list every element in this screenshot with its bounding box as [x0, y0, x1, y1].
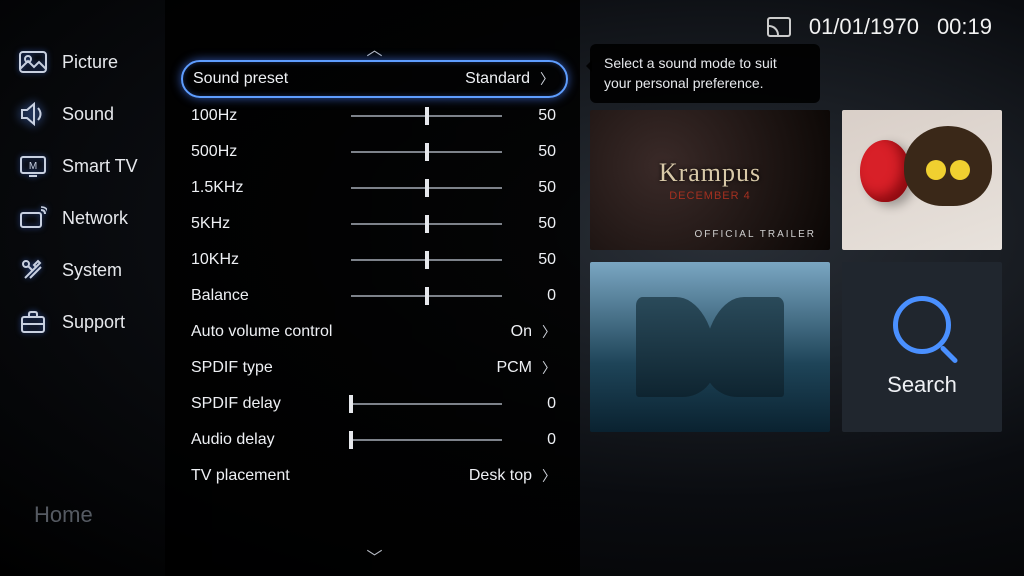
status-date: 01/01/1970	[809, 14, 919, 40]
setting-value: 50	[512, 143, 556, 161]
setting-label: 1.5KHz	[191, 179, 341, 197]
settings-sidebar: Picture Sound M Smart TV Network System …	[0, 0, 165, 576]
slider-track[interactable]	[351, 223, 502, 225]
sidebar-item-label: Picture	[62, 52, 118, 73]
setting-label: 100Hz	[191, 107, 341, 125]
tile-label: Search	[887, 372, 957, 398]
slider-knob[interactable]	[425, 215, 429, 233]
home-label: Home	[34, 502, 93, 528]
support-icon	[18, 309, 48, 335]
sidebar-item-sound[interactable]: Sound	[0, 88, 165, 140]
sidebar-item-label: Network	[62, 208, 128, 229]
setting-eq-5khz[interactable]: 5KHz 50	[181, 206, 568, 242]
sidebar-item-label: Smart TV	[62, 156, 138, 177]
setting-label: 5KHz	[191, 215, 341, 233]
slider-track[interactable]	[351, 115, 502, 117]
setting-label: 500Hz	[191, 143, 341, 161]
network-icon	[18, 205, 48, 231]
help-tooltip: Select a sound mode to suit your persona…	[590, 44, 820, 103]
chevron-right-icon: 〉	[536, 358, 556, 378]
smart-tv-icon: M	[18, 153, 48, 179]
sidebar-item-support[interactable]: Support	[0, 296, 165, 348]
setting-auto-volume-control[interactable]: Auto volume control On 〉	[181, 314, 568, 350]
setting-eq-100hz[interactable]: 100Hz 50	[181, 98, 568, 134]
tile-media-3[interactable]	[590, 262, 830, 432]
setting-eq-10khz[interactable]: 10KHz 50	[181, 242, 568, 278]
setting-label: Sound preset	[193, 70, 343, 88]
svg-text:M: M	[29, 161, 37, 172]
picture-icon	[18, 49, 48, 75]
slider-knob[interactable]	[349, 395, 353, 413]
chevron-right-icon: 〉	[534, 69, 554, 89]
slider-track[interactable]	[351, 151, 502, 153]
tile-search[interactable]: Search	[842, 262, 1002, 432]
setting-value: 50	[512, 107, 556, 125]
setting-value: 50	[512, 179, 556, 197]
slider-knob[interactable]	[425, 287, 429, 305]
setting-value: 50	[512, 215, 556, 233]
tile-krampus-trailer[interactable]: Krampus DECEMBER 4 OFFICIAL TRAILER	[590, 110, 830, 250]
chevron-right-icon: 〉	[536, 322, 556, 342]
tile-tag: OFFICIAL TRAILER	[695, 229, 816, 240]
scroll-up-icon[interactable]: ︿	[181, 36, 568, 60]
person-graphic	[904, 126, 994, 236]
setting-balance[interactable]: Balance 0	[181, 278, 568, 314]
slider-knob[interactable]	[425, 107, 429, 125]
setting-value: On	[476, 323, 536, 341]
chevron-right-icon: 〉	[536, 466, 556, 486]
slider-knob[interactable]	[425, 251, 429, 269]
setting-value: Desk top	[341, 467, 536, 485]
setting-value: 0	[512, 287, 556, 305]
scroll-down-icon[interactable]: ﹀	[181, 544, 568, 568]
setting-audio-delay[interactable]: Audio delay 0	[181, 422, 568, 458]
sidebar-item-system[interactable]: System	[0, 244, 165, 296]
search-icon	[893, 296, 951, 354]
setting-label: Balance	[191, 287, 341, 305]
slider-knob[interactable]	[425, 179, 429, 197]
setting-value: PCM	[341, 359, 536, 377]
cast-icon	[767, 17, 791, 37]
setting-value: 0	[512, 431, 556, 449]
content-tiles: Krampus DECEMBER 4 OFFICIAL TRAILER Sear…	[590, 110, 1000, 506]
tile-media-2[interactable]	[842, 110, 1002, 250]
setting-sound-preset[interactable]: Sound preset Standard 〉	[181, 60, 568, 98]
setting-spdif-delay[interactable]: SPDIF delay 0	[181, 386, 568, 422]
setting-label: Audio delay	[191, 431, 341, 449]
sidebar-item-smart-tv[interactable]: M Smart TV	[0, 140, 165, 192]
sidebar-item-network[interactable]: Network	[0, 192, 165, 244]
status-time: 00:19	[937, 14, 992, 40]
setting-value: 50	[512, 251, 556, 269]
slider-track[interactable]	[351, 403, 502, 405]
sidebar-item-label: System	[62, 260, 122, 281]
sound-settings-panel: ︿ Sound preset Standard 〉 100Hz 50 500Hz…	[165, 0, 580, 576]
system-icon	[18, 257, 48, 283]
setting-label: Auto volume control	[191, 323, 476, 341]
setting-label: SPDIF delay	[191, 395, 341, 413]
slider-track[interactable]	[351, 439, 502, 441]
slider-knob[interactable]	[349, 431, 353, 449]
status-bar: 01/01/1970 00:19	[767, 14, 992, 40]
tile-title: Krampus	[659, 158, 761, 188]
slider-knob[interactable]	[425, 143, 429, 161]
sidebar-item-label: Sound	[62, 104, 114, 125]
slider-track[interactable]	[351, 295, 502, 297]
tile-subtitle: DECEMBER 4	[659, 190, 761, 202]
setting-eq-1_5khz[interactable]: 1.5KHz 50	[181, 170, 568, 206]
whale-tail-graphic	[630, 287, 790, 407]
setting-label: SPDIF type	[191, 359, 341, 377]
setting-value: Standard	[343, 70, 534, 88]
sidebar-item-picture[interactable]: Picture	[0, 36, 165, 88]
slider-track[interactable]	[351, 259, 502, 261]
sound-icon	[18, 101, 48, 127]
sidebar-item-label: Support	[62, 312, 125, 333]
setting-label: TV placement	[191, 467, 341, 485]
setting-label: 10KHz	[191, 251, 341, 269]
setting-eq-500hz[interactable]: 500Hz 50	[181, 134, 568, 170]
balloon-icon	[860, 140, 910, 202]
slider-track[interactable]	[351, 187, 502, 189]
setting-tv-placement[interactable]: TV placement Desk top 〉	[181, 458, 568, 494]
setting-value: 0	[512, 395, 556, 413]
setting-spdif-type[interactable]: SPDIF type PCM 〉	[181, 350, 568, 386]
